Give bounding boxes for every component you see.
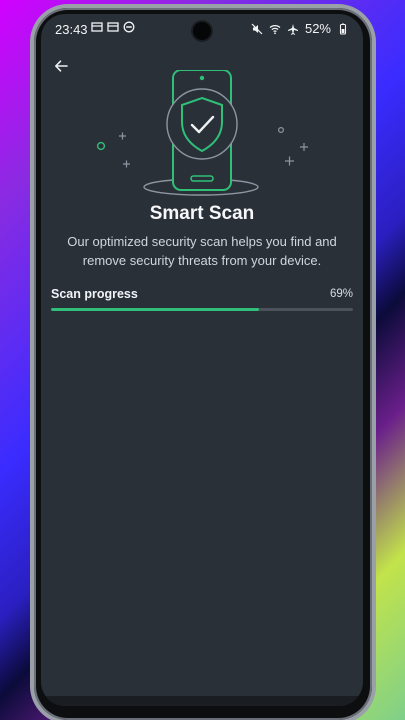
scan-progress-percent: 69% bbox=[329, 288, 353, 300]
notification-icon bbox=[91, 22, 103, 32]
app-screen: 23:43 52% Smart Scan Our optimized secur… bbox=[41, 14, 363, 706]
scan-progress-bar bbox=[51, 308, 353, 311]
page-title: Smart Scan bbox=[149, 203, 255, 224]
page-description: Our optimized security scan helps you fi… bbox=[67, 234, 337, 268]
front-camera bbox=[193, 22, 211, 40]
back-button[interactable] bbox=[51, 56, 71, 76]
status-right-icons: 52% bbox=[251, 21, 349, 36]
status-left-icons bbox=[91, 21, 135, 33]
arrow-left-icon bbox=[55, 60, 68, 72]
mute-icon bbox=[251, 23, 263, 34]
airplane-icon bbox=[287, 23, 298, 35]
do-not-disturb-icon bbox=[123, 21, 135, 33]
battery-icon bbox=[339, 23, 347, 35]
scan-progress-label: Scan progress bbox=[51, 287, 138, 301]
wifi-icon bbox=[269, 24, 281, 34]
navigation-bar bbox=[41, 696, 363, 706]
scan-ring bbox=[166, 88, 238, 160]
scan-progress-fill bbox=[51, 308, 260, 311]
status-time: 23:43 bbox=[55, 22, 88, 37]
phone-shield-check-icon bbox=[96, 70, 308, 196]
notification-icon bbox=[107, 22, 119, 32]
battery-percent: 52% bbox=[304, 21, 331, 36]
